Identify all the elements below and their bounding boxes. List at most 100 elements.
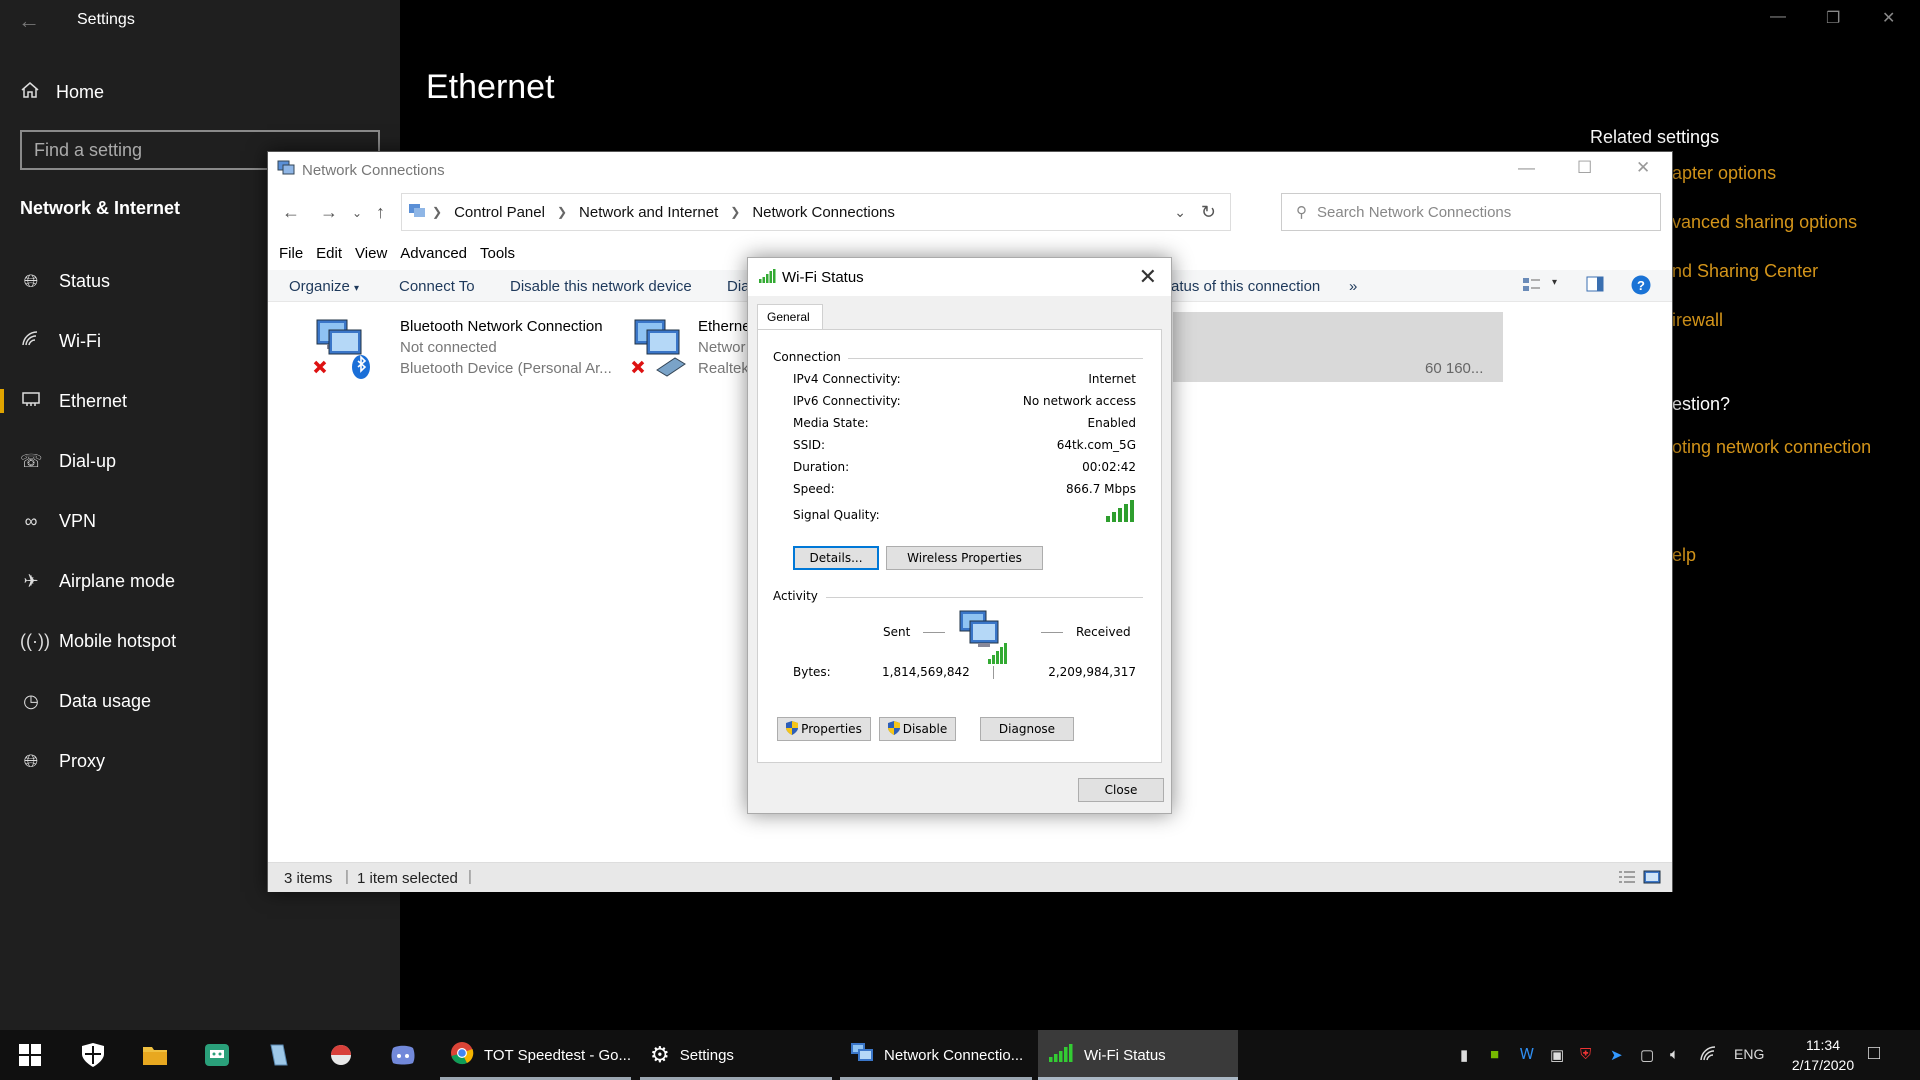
address-bar[interactable]: ❯ Control Panel ❯ Network and Internet ❯… xyxy=(401,193,1231,231)
disable-button[interactable]: Disable xyxy=(879,717,956,741)
disable-label: Disable xyxy=(902,722,948,736)
properties-button[interactable]: Properties xyxy=(777,717,871,741)
network-wifi-icon[interactable] xyxy=(1700,1046,1718,1066)
taskbar-app-chrome[interactable]: TOT Speedtest - Go... xyxy=(440,1030,631,1080)
get-help-link[interactable]: elp xyxy=(1672,545,1696,566)
nc-address-bar-row: ← → ⌄ ↑ ❯ Control Panel ❯ Network and In… xyxy=(268,188,1672,236)
volume-icon[interactable]: 🔈︎ xyxy=(1670,1046,1679,1063)
close-button[interactable]: Close xyxy=(1078,778,1164,802)
bluetooth-network-icon xyxy=(313,316,370,379)
wifi-dialog-titlebar[interactable]: Wi-Fi Status ✕ xyxy=(748,258,1171,296)
details-button[interactable]: Details... xyxy=(793,546,879,570)
nav-label: Status xyxy=(59,270,111,291)
tab-general[interactable]: General xyxy=(757,304,823,330)
connection-item-ethernet[interactable]: Etherne Networ Realtek xyxy=(631,316,761,382)
disable-device-button[interactable]: Disable this network device xyxy=(510,278,692,295)
tray-usb-icon[interactable]: ▣ xyxy=(1550,1046,1564,1064)
preview-pane-icon[interactable] xyxy=(1586,276,1604,296)
activity-computers-icon xyxy=(958,609,1018,670)
view-dropdown-icon[interactable]: ▾ xyxy=(1552,277,1557,288)
tray-display-icon[interactable]: ▢ xyxy=(1640,1046,1654,1064)
close-icon[interactable]: ✕ xyxy=(1636,158,1650,178)
organize-button[interactable]: Organize ▾ xyxy=(289,278,359,295)
details-view-icon[interactable] xyxy=(1618,870,1636,888)
file-explorer-icon[interactable] xyxy=(139,1040,171,1070)
recent-locations-chevron-icon[interactable]: ⌄ xyxy=(352,206,362,220)
taskbar-app-wifi-status[interactable]: Wi-Fi Status xyxy=(1038,1030,1238,1080)
diagnose-button[interactable]: Diagnose xyxy=(980,717,1074,741)
view-status-button[interactable]: atus of this connection xyxy=(1171,278,1320,295)
nc-search-input[interactable] xyxy=(1317,203,1617,221)
menu-advanced[interactable]: Advanced xyxy=(400,240,467,270)
troubleshoot-link[interactable]: oting network connection xyxy=(1672,437,1871,458)
minimize-icon[interactable]: — xyxy=(1518,158,1535,178)
tray-nvidia-icon[interactable]: ■ xyxy=(1490,1046,1499,1063)
tray-shield-icon[interactable]: ⛨ xyxy=(1580,1046,1591,1063)
help-icon[interactable]: ? xyxy=(1631,275,1651,299)
forward-arrow-icon[interactable]: → xyxy=(320,202,338,223)
menu-view[interactable]: View xyxy=(355,240,387,270)
home-nav-item[interactable]: Home xyxy=(20,80,104,105)
connection-device: Realtek xyxy=(698,360,749,377)
speed-value: 866.7 Mbps xyxy=(1065,482,1136,496)
media-state-value: Enabled xyxy=(1087,416,1137,430)
nc-search-box[interactable]: ⚲ xyxy=(1281,193,1661,231)
maximize-icon[interactable]: ☐ xyxy=(1577,158,1592,178)
connection-name: Etherne xyxy=(698,318,751,335)
close-icon[interactable]: ✕ xyxy=(1139,264,1157,290)
taskbar-app-network-connections[interactable]: Network Connectio... xyxy=(840,1030,1035,1080)
action-center-icon[interactable]: □ xyxy=(1868,1042,1880,1065)
connection-item-wifi-selected[interactable]: 60 160... xyxy=(1173,312,1503,382)
chevron-down-icon: ▾ xyxy=(354,283,360,294)
related-link-advanced-sharing[interactable]: vanced sharing options xyxy=(1672,212,1857,233)
menu-tools[interactable]: Tools xyxy=(480,240,515,270)
back-arrow-icon[interactable]: ← xyxy=(18,8,40,34)
clock[interactable]: 11:34 2/17/2020 xyxy=(1778,1035,1868,1075)
signal-bar xyxy=(1118,508,1122,522)
properties-label: Properties xyxy=(801,722,862,736)
language-indicator[interactable]: ENG xyxy=(1734,1046,1764,1062)
discord-icon[interactable] xyxy=(387,1040,419,1070)
breadcrumb-network-and-internet[interactable]: Network and Internet xyxy=(579,204,718,221)
app-red-white-icon[interactable] xyxy=(325,1040,357,1070)
data-usage-icon: ◷ xyxy=(23,690,39,711)
wireless-properties-button[interactable]: Wireless Properties xyxy=(886,546,1043,570)
page-heading: Ethernet xyxy=(426,68,555,106)
nc-titlebar[interactable]: Network Connections — ☐ ✕ xyxy=(268,152,1672,188)
refresh-icon[interactable]: ↻ xyxy=(1201,202,1216,223)
restore-icon[interactable]: ❐ xyxy=(1826,8,1840,28)
airplane-icon: ✈︎ xyxy=(23,570,39,591)
taskbar-app-settings[interactable]: ⚙ Settings xyxy=(640,1030,840,1080)
large-icons-view-icon[interactable] xyxy=(1643,870,1661,888)
address-dropdown-icon[interactable]: ⌄ xyxy=(1174,204,1186,221)
tray-app-icon[interactable]: ➤ xyxy=(1610,1046,1623,1064)
activity-group-label: Activity xyxy=(773,589,818,603)
up-arrow-icon[interactable]: ↑ xyxy=(376,202,385,223)
more-commands-button[interactable]: » xyxy=(1349,278,1357,295)
globe-icon: 🌐︎ xyxy=(23,270,39,291)
start-windows-icon[interactable] xyxy=(14,1040,46,1070)
related-link-firewall[interactable]: irewall xyxy=(1672,310,1723,331)
app-blue-tool-icon[interactable] xyxy=(263,1040,295,1070)
sent-label: Sent xyxy=(883,625,911,639)
minimize-icon[interactable]: — xyxy=(1770,8,1786,26)
connect-to-button[interactable]: Connect To xyxy=(399,278,475,295)
menu-file[interactable]: File xyxy=(279,240,303,270)
change-view-icon[interactable] xyxy=(1522,276,1542,298)
tray-battery-icon[interactable]: ▮ xyxy=(1460,1046,1468,1064)
chrome-icon xyxy=(450,1041,474,1069)
security-shield-icon[interactable] xyxy=(77,1040,109,1070)
back-arrow-icon[interactable]: ← xyxy=(282,202,300,223)
breadcrumb-control-panel[interactable]: Control Panel xyxy=(454,204,545,221)
close-icon[interactable]: ✕ xyxy=(1882,8,1895,28)
question-heading: estion? xyxy=(1672,394,1731,414)
breadcrumb-network-connections[interactable]: Network Connections xyxy=(752,204,895,221)
tray-bluetooth-icon[interactable]: Ꮃ xyxy=(1520,1046,1534,1063)
app-green-robot-icon[interactable] xyxy=(201,1040,233,1070)
media-state-label: Media State: xyxy=(793,416,869,430)
related-link-sharing-center[interactable]: nd Sharing Center xyxy=(1672,261,1818,282)
related-link-adapter-options[interactable]: apter options xyxy=(1672,163,1776,184)
connection-item-bluetooth[interactable]: Bluetooth Network Connection Not connect… xyxy=(313,316,643,382)
menu-edit[interactable]: Edit xyxy=(316,240,342,270)
wifi-signal-icon xyxy=(1048,1043,1074,1067)
